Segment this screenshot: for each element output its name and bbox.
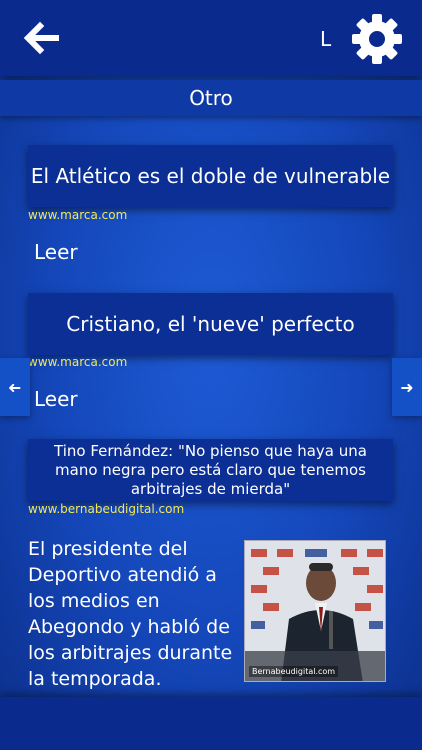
read-button[interactable]: Leer: [34, 240, 78, 264]
gear-icon: [352, 14, 402, 64]
page-title: L: [320, 27, 332, 51]
back-button[interactable]: [22, 20, 66, 56]
article-source: www.bernabeudigital.com: [28, 502, 185, 516]
article-source: www.marca.com: [28, 208, 128, 222]
article-headline[interactable]: Tino Fernández: "No pienso que haya una …: [28, 439, 393, 501]
arrow-left-small-icon: ➜: [8, 377, 22, 397]
arrow-right-small-icon: ➜: [400, 377, 414, 397]
next-page-button[interactable]: ➜: [392, 358, 422, 416]
read-button[interactable]: Leer: [34, 387, 78, 411]
section-title: Otro: [0, 80, 422, 116]
image-caption: Bernabeudigital.com: [249, 666, 339, 677]
article-summary: El presidente del Deportivo atendió a lo…: [28, 538, 233, 690]
bottom-bar: [0, 697, 422, 750]
press-conference-photo: [245, 541, 385, 681]
settings-button[interactable]: [350, 12, 404, 66]
prev-page-button[interactable]: ➜: [0, 358, 30, 416]
arrow-left-icon: [23, 21, 59, 55]
article-image[interactable]: Bernabeudigital.com: [244, 540, 386, 682]
article-headline[interactable]: Cristiano, el 'nueve' perfecto: [28, 293, 393, 355]
article-source: www.marca.com: [28, 355, 128, 369]
top-bar: L: [0, 0, 422, 76]
article-headline[interactable]: El Atlético es el doble de vulnerable: [28, 145, 393, 207]
